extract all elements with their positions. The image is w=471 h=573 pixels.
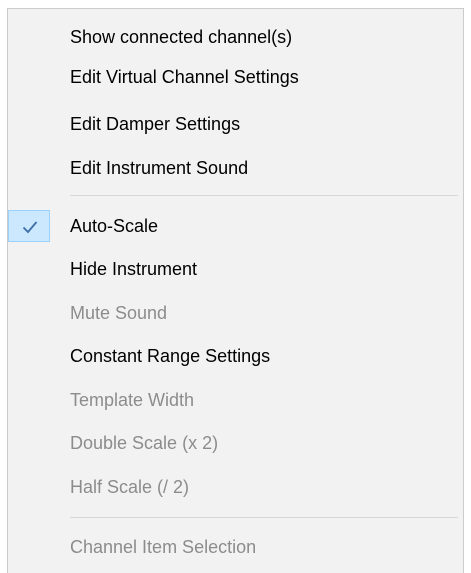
menu-item-label: Template Width	[70, 390, 195, 410]
menu-item-label: Auto-Scale	[70, 216, 159, 236]
checkmark-icon	[22, 221, 38, 234]
menu-item-template-width: Template Width	[8, 384, 463, 416]
check-highlight	[8, 210, 50, 242]
menu-item-mute-sound: Mute Sound	[8, 297, 463, 329]
menu-separator	[70, 195, 458, 196]
menu-item-label: Show connected channel(s)	[70, 27, 293, 47]
menu-item-constant-range-settings[interactable]: Constant Range Settings	[8, 340, 463, 372]
menu-item-label: Constant Range Settings	[70, 346, 271, 366]
menu-item-show-connected-channels[interactable]: Show connected channel(s)	[8, 21, 463, 53]
menu-item-label: Edit Instrument Sound	[70, 158, 249, 178]
menu-item-label: Hide Instrument	[70, 259, 198, 279]
menu-item-half-scale: Half Scale (/ 2)	[8, 471, 463, 503]
context-menu: Show connected channel(s) Edit Virtual C…	[7, 8, 464, 573]
menu-item-hide-instrument[interactable]: Hide Instrument	[8, 253, 463, 285]
menu-item-auto-scale[interactable]: Auto-Scale	[8, 210, 463, 242]
menu-item-edit-damper-settings[interactable]: Edit Damper Settings	[8, 108, 463, 140]
menu-item-channel-item-selection: Channel Item Selection	[8, 531, 463, 563]
menu-item-edit-instrument-sound[interactable]: Edit Instrument Sound	[8, 152, 463, 184]
menu-item-label: Double Scale (x 2)	[70, 433, 219, 453]
menu-item-label: Edit Virtual Channel Settings	[70, 67, 299, 87]
menu-item-label: Mute Sound	[70, 303, 168, 323]
menu-item-label: Edit Damper Settings	[70, 114, 241, 134]
menu-item-edit-virtual-channel-settings[interactable]: Edit Virtual Channel Settings	[8, 61, 463, 93]
menu-item-label: Channel Item Selection	[70, 537, 257, 557]
menu-item-label: Half Scale (/ 2)	[70, 477, 190, 497]
menu-separator	[70, 517, 458, 518]
menu-item-double-scale: Double Scale (x 2)	[8, 427, 463, 459]
